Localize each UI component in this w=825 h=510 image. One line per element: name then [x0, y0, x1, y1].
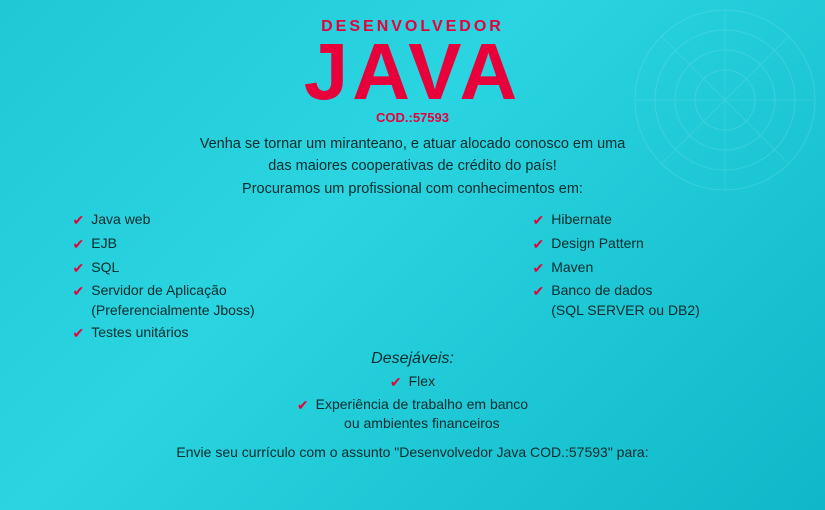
check-icon-10: ✔	[390, 373, 402, 393]
skill-text-6: Hibernate	[551, 210, 612, 230]
skill-text-3: SQL	[91, 258, 119, 278]
skills-col-left: ✔ Java web ✔ EJB ✔ SQL ✔ Servidor de Apl…	[73, 210, 293, 344]
desejavel-flex: ✔ Flex	[390, 372, 435, 393]
skill-hibernate: ✔ Hibernate	[533, 210, 753, 231]
skill-design-pattern: ✔ Design Pattern	[533, 234, 753, 255]
footer-text: Envie seu currículo com o assunto "Desen…	[176, 444, 648, 460]
skill-testes: ✔ Testes unitários	[73, 323, 293, 344]
desejavel-experiencia: ✔ Experiência de trabalho em bancoou amb…	[297, 395, 528, 434]
desejavel-section: Desejáveis: ✔ Flex ✔ Experiência de trab…	[297, 350, 528, 434]
skills-col-right: ✔ Hibernate ✔ Design Pattern ✔ Maven ✔ B…	[533, 210, 753, 344]
skill-text-4: Servidor de Aplicação(Preferencialmente …	[91, 281, 254, 320]
desejavel-items: ✔ Flex ✔ Experiência de trabalho em banc…	[297, 372, 528, 434]
skill-ejb: ✔ EJB	[73, 234, 293, 255]
check-icon-2: ✔	[73, 235, 85, 255]
skill-text-8: Maven	[551, 258, 593, 278]
skill-banco: ✔ Banco de dados(SQL SERVER ou DB2)	[533, 281, 753, 320]
intro-text: Venha se tornar um miranteano, e atuar a…	[200, 133, 626, 200]
check-icon-1: ✔	[73, 211, 85, 231]
intro-line3: Procuramos um profissional com conhecime…	[242, 181, 583, 197]
check-icon-9: ✔	[533, 282, 545, 302]
desejavel-text-2: Experiência de trabalho em bancoou ambie…	[316, 395, 528, 434]
check-icon-5: ✔	[73, 324, 85, 344]
check-icon-3: ✔	[73, 259, 85, 279]
skill-text-5: Testes unitários	[91, 323, 188, 343]
check-icon-7: ✔	[533, 235, 545, 255]
page: DESENVOLVEDOR JAVA COD.:57593 Venha se t…	[0, 0, 825, 510]
skill-text-7: Design Pattern	[551, 234, 644, 254]
skill-maven: ✔ Maven	[533, 258, 753, 279]
desejavel-title: Desejáveis:	[297, 350, 528, 368]
java-title: JAVA	[304, 32, 522, 112]
skill-servidor: ✔ Servidor de Aplicação(Preferencialment…	[73, 281, 293, 320]
check-icon-11: ✔	[297, 396, 309, 416]
skill-text-1: Java web	[91, 210, 150, 230]
header-section: DESENVOLVEDOR JAVA COD.:57593	[304, 18, 522, 125]
skill-text-2: EJB	[91, 234, 117, 254]
intro-line2: das maiores cooperativas de crédito do p…	[268, 158, 557, 174]
desejavel-text-1: Flex	[409, 372, 435, 392]
skills-container: ✔ Java web ✔ EJB ✔ SQL ✔ Servidor de Apl…	[73, 210, 753, 344]
check-icon-8: ✔	[533, 259, 545, 279]
skill-java-web: ✔ Java web	[73, 210, 293, 231]
check-icon-4: ✔	[73, 282, 85, 302]
skill-sql: ✔ SQL	[73, 258, 293, 279]
skill-text-9: Banco de dados(SQL SERVER ou DB2)	[551, 281, 700, 320]
check-icon-6: ✔	[533, 211, 545, 231]
intro-line1: Venha se tornar um miranteano, e atuar a…	[200, 136, 626, 152]
